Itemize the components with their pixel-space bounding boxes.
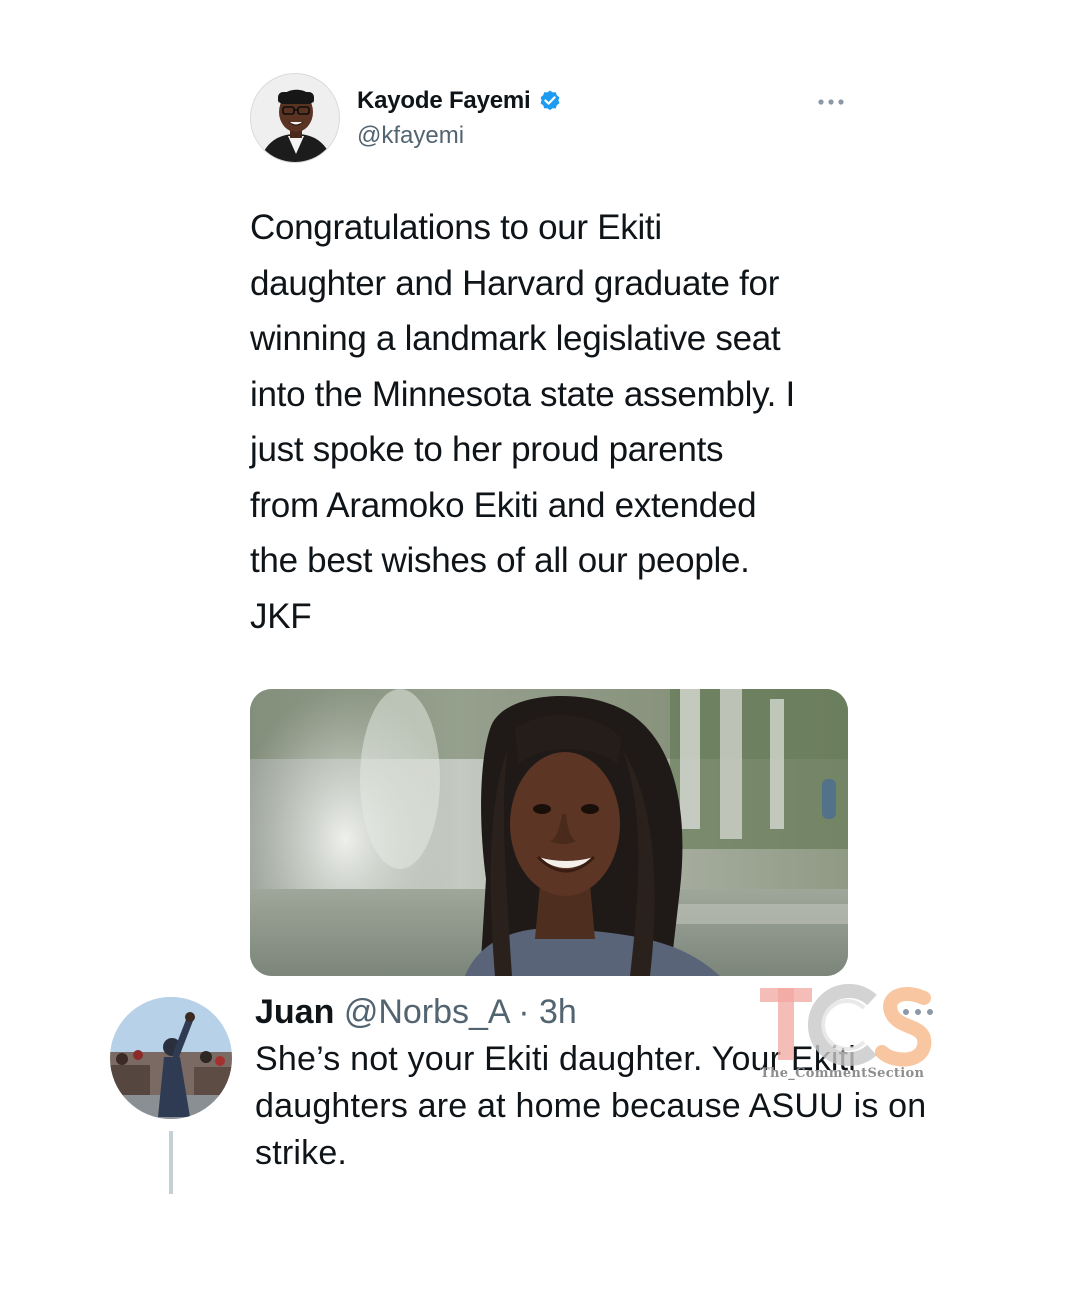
author-name-row: Kayode Fayemi bbox=[357, 87, 562, 115]
reply-author-handle[interactable]: @Norbs_A bbox=[344, 993, 509, 1031]
more-options-icon[interactable] bbox=[816, 95, 846, 107]
reply-avatar[interactable] bbox=[110, 997, 232, 1119]
reply-timestamp[interactable]: 3h bbox=[539, 993, 577, 1031]
author-avatar-image bbox=[251, 74, 339, 162]
tweet-photo[interactable] bbox=[250, 689, 848, 976]
tweet-header: Kayode Fayemi @kfayemi bbox=[250, 73, 850, 168]
verified-badge-icon bbox=[538, 89, 562, 113]
reply-separator: · bbox=[518, 993, 530, 1031]
tweet-text: Congratulations to our Ekiti daughter an… bbox=[250, 208, 795, 636]
author-name[interactable]: Kayode Fayemi bbox=[357, 87, 531, 115]
reply-more-options-icon[interactable] bbox=[900, 1005, 936, 1019]
author-handle[interactable]: @kfayemi bbox=[357, 122, 464, 150]
reply-author-name[interactable]: Juan bbox=[255, 993, 334, 1031]
photo-image bbox=[250, 689, 848, 976]
reply-header: Juan @Norbs_A · 3h bbox=[255, 991, 577, 1033]
watermark-caption: The_CommentSection bbox=[760, 1066, 925, 1081]
thread-line bbox=[169, 1131, 173, 1194]
reply-text: She’s not your Ekiti daughter. Your Ekit… bbox=[255, 1040, 927, 1172]
author-avatar[interactable] bbox=[250, 73, 340, 163]
reply-avatar-image bbox=[110, 997, 232, 1119]
